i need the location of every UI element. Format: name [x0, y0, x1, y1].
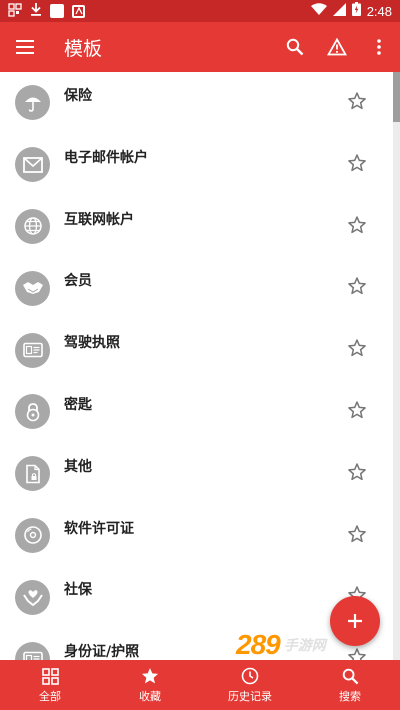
document-icon — [15, 456, 50, 492]
watermark-text: 手游网 — [283, 638, 326, 654]
lock-icon — [15, 394, 50, 430]
list-item-membership[interactable]: 会员 — [0, 257, 392, 319]
umbrella-icon — [15, 85, 50, 121]
status-time: 2:48 — [366, 3, 392, 19]
page-title: 模板 — [64, 37, 103, 60]
star-outline-icon[interactable] — [346, 275, 368, 297]
watermark: 289 手游网 — [236, 628, 386, 662]
list-item-label: 软件许可证 — [64, 520, 134, 537]
menu-icon[interactable] — [0, 22, 50, 72]
nav-label: 全部 — [39, 690, 61, 703]
star-outline-icon[interactable] — [346, 337, 368, 359]
status-bar: 2:48 — [0, 0, 400, 22]
nav-search[interactable]: 搜索 — [300, 660, 400, 710]
nav-favorites[interactable]: 收藏 — [100, 660, 200, 710]
search-icon — [340, 666, 360, 686]
list-item-label: 密匙 — [64, 396, 92, 413]
disc-icon — [15, 517, 50, 553]
font-notification-icon — [72, 4, 85, 18]
search-icon[interactable] — [274, 22, 316, 72]
id-card-icon — [15, 332, 50, 368]
warning-icon[interactable] — [316, 22, 358, 72]
overflow-menu-icon[interactable] — [358, 22, 400, 72]
wifi-icon — [310, 3, 327, 19]
scrollbar-thumb[interactable] — [393, 72, 400, 122]
id-card-icon — [15, 641, 50, 660]
list-item-label: 互联网帐户 — [64, 211, 134, 228]
plus-icon — [348, 614, 362, 628]
list-item-insurance[interactable]: 保险 — [0, 72, 392, 134]
notification-icon — [8, 3, 22, 19]
hands-icon — [15, 579, 50, 615]
list-item-drivers-license[interactable]: 驾驶执照 — [0, 319, 392, 381]
star-outline-icon[interactable] — [346, 90, 368, 112]
list-item-other[interactable]: 其他 — [0, 443, 392, 505]
clock-icon — [240, 666, 260, 686]
app-bar: 模板 — [0, 22, 400, 72]
nav-label: 搜索 — [339, 690, 361, 703]
template-list: 保险 电子邮件帐户 互联网帐户 会员 驾驶执照 密匙 其他 软件许可证 社保 身… — [0, 72, 392, 660]
list-item-internet-account[interactable]: 互联网帐户 — [0, 196, 392, 258]
app-notification-icon — [50, 4, 64, 18]
list-item-label: 社保 — [64, 582, 92, 599]
list-item-email-account[interactable]: 电子邮件帐户 — [0, 134, 392, 196]
list-item-label: 电子邮件帐户 — [64, 149, 148, 166]
handshake-icon — [15, 270, 50, 306]
scrollbar[interactable] — [393, 72, 400, 660]
list-item-label: 会员 — [64, 273, 92, 290]
email-icon — [15, 147, 50, 183]
star-outline-icon[interactable] — [346, 523, 368, 545]
battery-icon — [351, 2, 361, 20]
nav-all[interactable]: 全部 — [0, 660, 100, 710]
list-item-label: 驾驶执照 — [64, 335, 120, 352]
signal-icon — [332, 2, 346, 20]
list-item-software-license[interactable]: 软件许可证 — [0, 505, 392, 567]
list-item-label: 身份证/护照 — [64, 644, 140, 660]
star-outline-icon[interactable] — [346, 152, 368, 174]
list-item-label: 保险 — [64, 88, 92, 104]
star-outline-icon[interactable] — [346, 461, 368, 483]
star-filled-icon — [140, 666, 160, 686]
list-item-key[interactable]: 密匙 — [0, 381, 392, 443]
app-root: 2:48 模板 保险 电子邮件帐户 互联网帐户 会员 驾驶执照 密匙 其他 软件… — [0, 0, 400, 710]
star-outline-icon[interactable] — [346, 399, 368, 421]
watermark-number: 289 — [236, 629, 281, 660]
list-item-label: 其他 — [64, 458, 92, 475]
nav-label: 历史记录 — [228, 690, 272, 703]
bottom-nav: 全部 收藏 历史记录 搜索 — [0, 660, 400, 710]
star-outline-icon[interactable] — [346, 214, 368, 236]
nav-history[interactable]: 历史记录 — [200, 660, 300, 710]
nav-label: 收藏 — [139, 690, 161, 703]
globe-icon — [15, 208, 50, 244]
grid-icon — [40, 666, 60, 686]
download-icon — [30, 2, 42, 20]
